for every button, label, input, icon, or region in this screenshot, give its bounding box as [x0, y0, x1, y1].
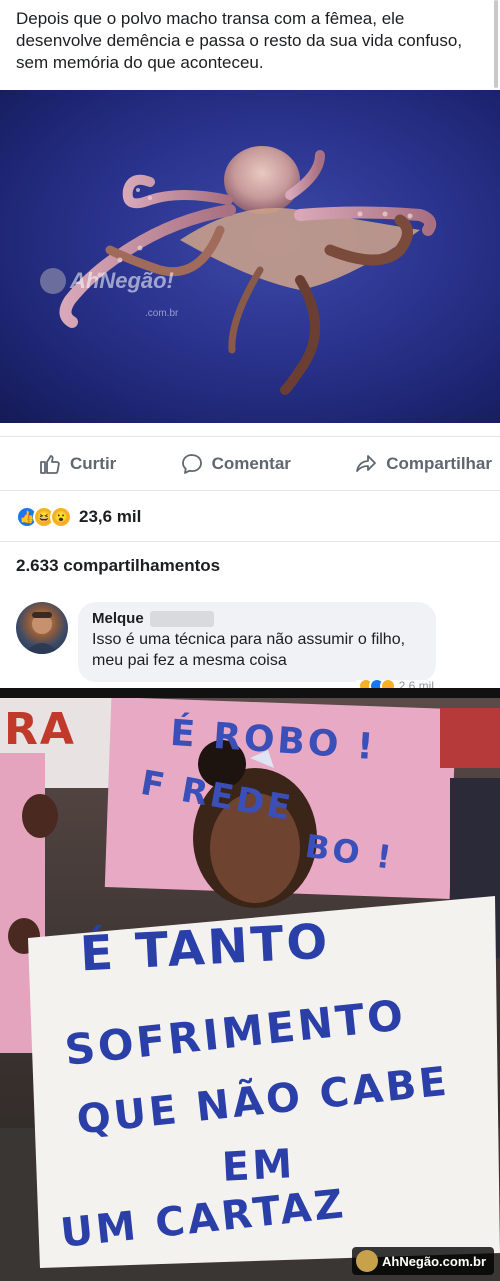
shares-count[interactable]: 2.633 compartilhamentos: [0, 548, 500, 584]
post-text: Depois que o polvo macho transa com a fê…: [16, 9, 463, 72]
comment-button[interactable]: Comentar: [180, 452, 291, 476]
comment-bubble: Melque Isso é uma técnica para não assum…: [78, 602, 436, 682]
octopus-illustration: [59, 146, 437, 395]
octopus-photo[interactable]: AhNegão! .com.br: [0, 90, 500, 423]
comment-author-row: Melque: [92, 610, 422, 627]
thumbs-up-icon: [40, 454, 60, 474]
share-button[interactable]: Compartilhar: [354, 452, 492, 476]
site-watermark: AhNegão.com.br: [351, 1247, 494, 1275]
sign-line-4: EM: [220, 1141, 297, 1191]
speech-bubble-icon: [181, 453, 202, 474]
like-label: Curtir: [70, 453, 117, 473]
comment-label: Comentar: [211, 453, 291, 473]
blurred-surname: [149, 610, 214, 627]
watermark-text: AhNegão.com.br: [381, 1253, 486, 1269]
like-button[interactable]: Curtir: [38, 452, 116, 476]
avatar[interactable]: [16, 602, 68, 654]
comment-text: Isso é uma técnica para não assumir o fi…: [92, 631, 406, 669]
comment-author[interactable]: Melque: [92, 610, 144, 627]
comment: Melque Isso é uma técnica para não assum…: [16, 600, 436, 692]
reactions-summary[interactable]: 👍 😆 😮 23,6 mil: [0, 492, 500, 542]
watermark-face-icon: [355, 1250, 378, 1272]
back-sign-left: RA: [4, 704, 76, 755]
scrollbar[interactable]: [494, 0, 498, 88]
reaction-count: 23,6 mil: [79, 506, 142, 526]
watermark-sub: .com.br: [145, 308, 179, 319]
watermark-logo: AhNegão!: [40, 268, 174, 294]
post-action-bar: Curtir Comentar Compartilhar: [0, 436, 500, 491]
image-divider: [0, 688, 500, 698]
wow-icon: 😮: [50, 505, 72, 528]
watermark-brand: AhNegão!: [70, 268, 174, 293]
share-label: Compartilhar: [386, 453, 492, 473]
post-text-area: Depois que o polvo macho transa com a fê…: [0, 0, 500, 90]
reaction-icons: 👍 😆 😮: [16, 505, 72, 528]
share-arrow-icon: [356, 454, 377, 472]
watermark-face-icon: [40, 268, 66, 294]
avatar-photo: [24, 612, 60, 654]
protest-photo[interactable]: É ROBO ! F REDE BO ! RA É TANTO SOFRIMEN…: [0, 698, 500, 1281]
